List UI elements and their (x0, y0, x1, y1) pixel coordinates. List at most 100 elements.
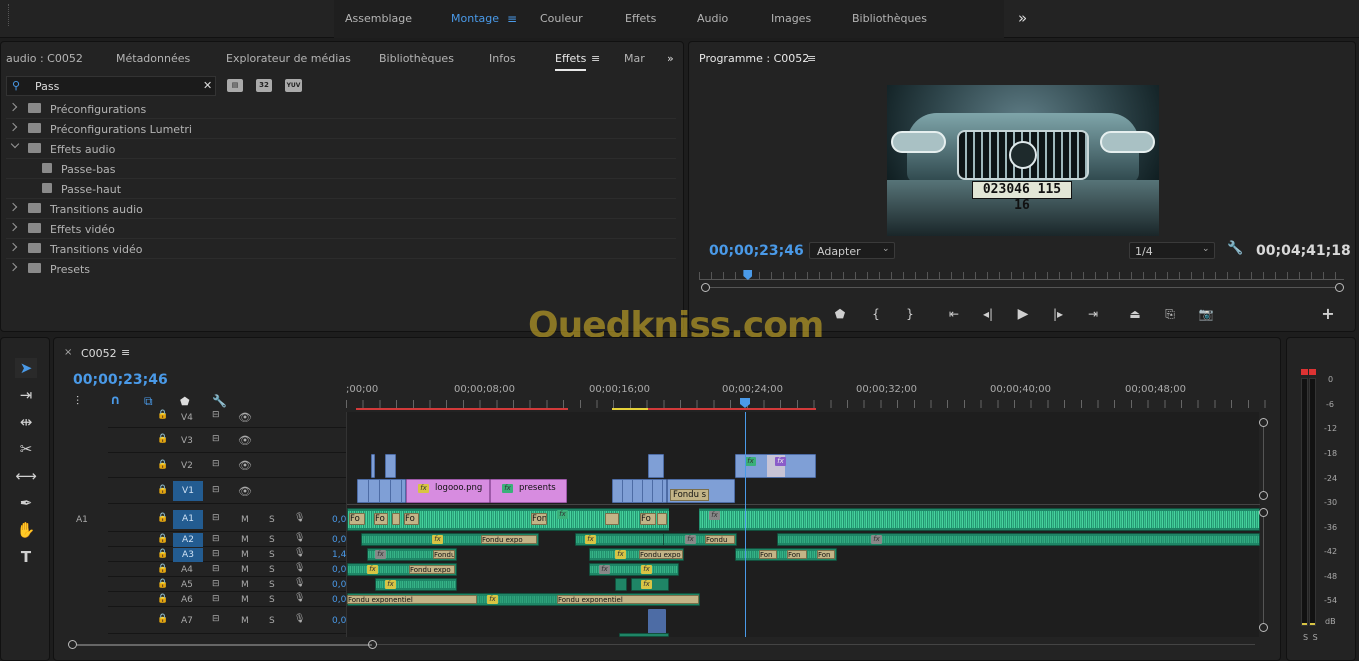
track-volume[interactable]: 0,0 (332, 515, 346, 525)
transition-label[interactable]: Fon (759, 550, 777, 559)
workspace-tab-montage[interactable]: Montage (451, 12, 499, 25)
transition-label[interactable]: Fon (531, 513, 547, 525)
workspace-tab-bibliotheques[interactable]: Bibliothèques (852, 12, 927, 25)
lock-icon[interactable]: 🔒 (157, 485, 168, 495)
scroll-handle[interactable] (1259, 623, 1268, 632)
chevron-right-icon[interactable] (8, 242, 18, 252)
track-volume[interactable]: 1,4 (332, 550, 346, 560)
transition-label[interactable]: Fon (817, 550, 835, 559)
mute-button[interactable]: M (241, 515, 249, 525)
transition-label[interactable]: Fondu expo (409, 565, 455, 574)
transition-label[interactable]: Fondu expo (639, 550, 683, 559)
sequence-tab[interactable]: C0052 (81, 347, 117, 360)
transition-label[interactable]: Fondu s (670, 489, 710, 501)
video-clip[interactable] (385, 454, 396, 478)
chevron-right-icon[interactable] (8, 202, 18, 212)
add-marker-icon[interactable]: ⬟ (180, 395, 190, 408)
zoom-scrollbar[interactable] (703, 287, 1340, 288)
sync-lock-icon[interactable]: ⊟ (212, 459, 220, 469)
audio-clip[interactable] (648, 609, 666, 634)
transition-label[interactable] (657, 513, 667, 525)
source-patch[interactable]: A1 (76, 515, 88, 525)
lock-icon[interactable]: 🔒 (157, 564, 168, 574)
tree-item-effets-audio[interactable]: Effets audio (6, 139, 676, 159)
tab-infos[interactable]: Infos (489, 52, 516, 65)
sync-lock-icon[interactable]: ⊟ (212, 594, 220, 604)
timeline-timecode[interactable]: 00;00;23;46 (73, 372, 168, 388)
mute-button[interactable]: M (241, 535, 249, 545)
accelerated-effects-icon[interactable]: ▤ (227, 79, 243, 92)
extract-icon[interactable]: ⎘ (1161, 306, 1179, 322)
tab-metadonnees[interactable]: Métadonnées (116, 52, 190, 65)
solo-button[interactable]: S (269, 565, 275, 575)
tree-item-presets[interactable]: Presets (6, 260, 676, 279)
tab-effets[interactable]: Effets (555, 52, 587, 71)
transition-label[interactable]: Fondu exponentiel (347, 595, 477, 604)
tab-explorateur[interactable]: Explorateur de médias (226, 52, 351, 65)
mark-out-icon[interactable]: } (901, 306, 919, 322)
microphone-icon[interactable]: 🎙 (294, 563, 305, 573)
search-input[interactable]: ⚲ Pass ✕ (6, 76, 216, 96)
snap-icon[interactable]: ∩ (110, 393, 121, 408)
tree-item-preconfigurations-lumetri[interactable]: Préconfigurations Lumetri (6, 120, 676, 139)
sync-lock-icon[interactable]: ⊟ (212, 614, 220, 624)
track-name-targeted[interactable]: A1 (173, 510, 203, 529)
solo-button[interactable]: S (269, 535, 275, 545)
lock-icon[interactable]: 🔒 (157, 434, 168, 444)
tab-marqueurs[interactable]: Mar (624, 52, 645, 65)
meter-solo-buttons[interactable]: S S (1303, 633, 1319, 642)
audio-clip[interactable] (619, 633, 669, 637)
tree-item-passe-bas[interactable]: Passe-bas (6, 160, 676, 179)
track-name-targeted[interactable]: A3 (173, 548, 203, 562)
workspace-tab-assemblage[interactable]: Assemblage (345, 12, 412, 25)
tracks-area[interactable]: fx fx fx fx logooo.png fx presents Fondu… (346, 412, 1260, 637)
track-name-targeted[interactable]: V1 (173, 481, 203, 501)
mute-button[interactable]: M (241, 595, 249, 605)
time-ruler[interactable]: ;00;00 00;00;08;00 00;00;16;00 00;00;24;… (346, 376, 1266, 412)
tree-item-passe-haut[interactable]: Passe-haut (6, 180, 676, 199)
eye-icon[interactable]: 👁 (238, 485, 252, 498)
mute-button[interactable]: M (241, 616, 249, 626)
type-tool-icon[interactable]: T (15, 547, 37, 567)
tab-audio-source[interactable]: audio : C0052 (6, 52, 83, 65)
scroll-handle[interactable] (1259, 418, 1268, 427)
timeline-playhead-line[interactable] (745, 412, 746, 637)
scroll-handle[interactable] (1259, 491, 1268, 500)
add-marker-icon[interactable]: ⬟ (831, 306, 849, 322)
lock-icon[interactable]: 🔒 (157, 549, 168, 559)
mute-button[interactable]: M (241, 580, 249, 590)
track-select-tool-icon[interactable]: ⇥ (15, 385, 37, 405)
lock-icon[interactable]: 🔒 (157, 534, 168, 544)
chevron-right-icon[interactable] (8, 122, 18, 132)
lock-icon[interactable]: 🔒 (157, 460, 168, 470)
solo-button[interactable]: S (269, 515, 275, 525)
microphone-icon[interactable]: 🎙 (294, 513, 305, 523)
workspace-tab-couleur[interactable]: Couleur (540, 12, 583, 25)
transition-label[interactable]: Fon (787, 550, 807, 559)
track-volume[interactable]: 0,0 (332, 580, 346, 590)
lift-icon[interactable]: ⏏ (1126, 306, 1144, 322)
sync-lock-icon[interactable]: ⊟ (212, 410, 220, 420)
nest-icon[interactable]: ⫶ (76, 394, 79, 409)
chevron-right-icon[interactable] (8, 262, 18, 272)
timeline-settings-wrench-icon[interactable]: 🔧 (212, 394, 227, 408)
razor-tool-icon[interactable]: ✂ (15, 439, 37, 459)
mute-button[interactable]: M (241, 565, 249, 575)
audio-clip[interactable] (777, 533, 1260, 546)
ripple-edit-tool-icon[interactable]: ⇹ (15, 412, 37, 432)
step-forward-icon[interactable]: |▸ (1049, 306, 1067, 322)
panel-more-icon[interactable]: » (667, 52, 674, 65)
scroll-handle[interactable] (1259, 508, 1268, 517)
microphone-icon[interactable]: 🎙 (294, 578, 305, 588)
zoom-handle-right[interactable] (1335, 283, 1344, 292)
workspace-tab-audio[interactable]: Audio (697, 12, 728, 25)
tree-item-effets-video[interactable]: Effets vidéo (6, 220, 676, 239)
zoom-handle-left[interactable] (701, 283, 710, 292)
video-clip-group[interactable]: fx fx fx (735, 454, 816, 478)
play-icon[interactable]: ▶ (1014, 306, 1032, 322)
selection-tool-icon[interactable]: ➤ (15, 358, 37, 378)
microphone-icon[interactable]: 🎙 (294, 593, 305, 603)
lock-icon[interactable]: 🔒 (157, 579, 168, 589)
transition-label[interactable] (392, 513, 400, 525)
clip-indicator[interactable] (1301, 369, 1308, 375)
